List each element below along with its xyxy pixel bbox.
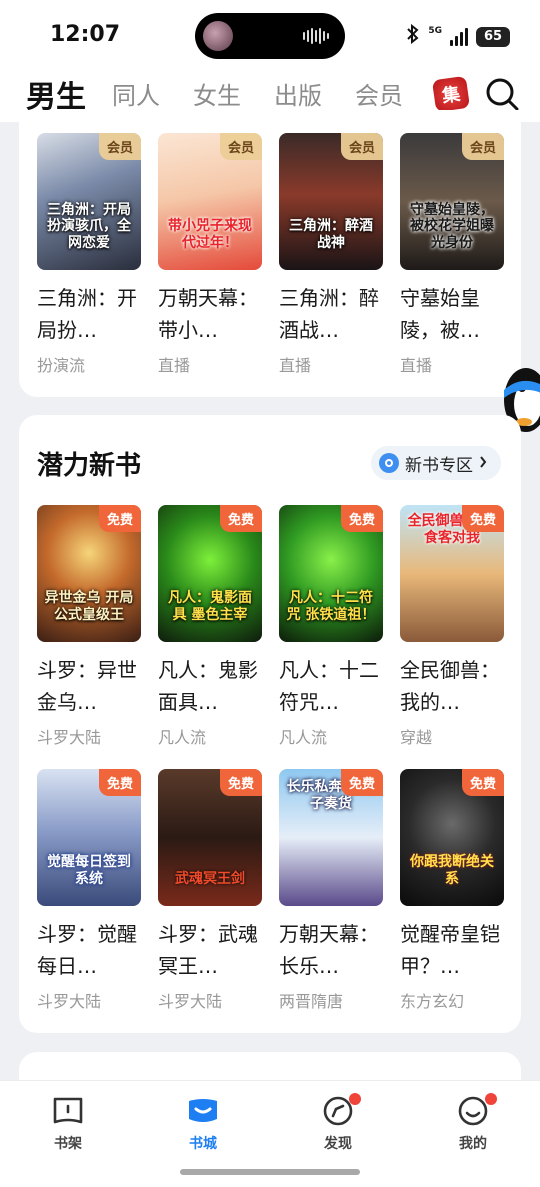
book-cover[interactable]: 长乐私奔 小兕子奏货 免费 — [279, 769, 383, 906]
nav-bookshelf[interactable]: 书架 — [28, 1095, 108, 1153]
status-time: 12:07 — [50, 22, 121, 47]
dynamic-island[interactable] — [195, 13, 345, 59]
tab-publish[interactable]: 出版 — [274, 76, 322, 111]
search-icon[interactable] — [484, 76, 520, 112]
book-cover[interactable]: 三角洲：醉酒战神 会员 — [279, 133, 383, 270]
book-cover[interactable]: 凡人：鬼影面具 墨色主宰 免费 — [158, 505, 262, 642]
tab-female[interactable]: 女生 — [193, 76, 241, 111]
book-card[interactable]: 守墓始皇陵，被校花学姐曝光身份 会员 守墓始皇陵，被… 直播 — [400, 133, 504, 376]
bluetooth-icon — [406, 23, 420, 49]
book-card[interactable]: 凡人：十二符咒 张铁道祖！ 免费 凡人：十二符咒… 凡人流 — [279, 505, 383, 748]
chevron-right-icon — [479, 453, 487, 473]
audio-wave-icon — [303, 28, 329, 44]
book-cover[interactable]: 你跟我断绝关系 免费 — [400, 769, 504, 906]
zone-link-label: 新书专区 — [405, 455, 473, 476]
book-category: 凡人流 — [279, 728, 328, 747]
book-title[interactable]: 三角洲：开局扮… — [37, 282, 141, 346]
network-type: 5G — [428, 25, 442, 36]
new-book-zone-button[interactable]: 新书专区 — [371, 446, 501, 480]
book-title[interactable]: 凡人：十二符咒… — [279, 654, 383, 718]
free-tag: 免费 — [340, 769, 383, 796]
potential-new-books-section: 潜力新书 新书专区 异世金乌 开局公式皇级王 免费 斗罗：异世金乌… 斗罗大陆 … — [19, 415, 521, 1033]
notification-dot — [349, 1093, 361, 1105]
free-tag: 免费 — [219, 505, 262, 532]
member-tag: 会员 — [219, 133, 262, 160]
member-tag: 会员 — [461, 133, 504, 160]
book-card[interactable]: 长乐私奔 小兕子奏货 免费 万朝天幕：长乐… 两晋隋唐 — [279, 769, 383, 1012]
book-card[interactable]: 觉醒每日签到系统 免费 斗罗：觉醒每日… 斗罗大陆 — [37, 769, 141, 1012]
book-card[interactable]: 三角洲：开局扮演骇爪，全网恋爱 会员 三角洲：开局扮… 扮演流 — [37, 133, 141, 376]
book-card[interactable]: 异世金乌 开局公式皇级王 免费 斗罗：异世金乌… 斗罗大陆 — [37, 505, 141, 748]
book-cover[interactable]: 觉醒每日签到系统 免费 — [37, 769, 141, 906]
nav-bookstore[interactable]: 书城 — [163, 1095, 243, 1153]
tab-member[interactable]: 会员 — [355, 76, 403, 111]
book-cover[interactable]: 带小兕子来现代过年！ 会员 — [158, 133, 262, 270]
book-category: 穿越 — [400, 728, 433, 747]
status-bar: 12:07 5G 65 — [0, 0, 540, 70]
book-card[interactable]: 武魂冥王剑 免费 斗罗：武魂冥王… 斗罗大陆 — [158, 769, 262, 1012]
book-category: 直播 — [400, 356, 433, 375]
free-tag: 免费 — [340, 505, 383, 532]
book-card[interactable]: 你跟我断绝关系 免费 觉醒帝皇铠甲？… 东方玄幻 — [400, 769, 504, 1012]
book-category: 直播 — [279, 356, 312, 375]
book-card[interactable]: 全民御兽 我的食客对我 免费 全民御兽：我的… 穿越 — [400, 505, 504, 748]
bookshelf-icon — [53, 1097, 83, 1124]
book-cover[interactable]: 异世金乌 开局公式皇级王 免费 — [37, 505, 141, 642]
book-category: 斗罗大陆 — [37, 728, 102, 747]
book-cover[interactable]: 凡人：十二符咒 张铁道祖！ 免费 — [279, 505, 383, 642]
book-cover[interactable]: 三角洲：开局扮演骇爪，全网恋爱 会员 — [37, 133, 141, 270]
section-title: 潜力新书 — [37, 451, 142, 481]
free-tag: 免费 — [98, 769, 141, 796]
book-title[interactable]: 凡人：鬼影面具… — [158, 654, 262, 718]
book-category: 斗罗大陆 — [158, 992, 223, 1011]
notification-dot — [485, 1093, 497, 1105]
book-cover[interactable]: 全民御兽 我的食客对我 免费 — [400, 505, 504, 642]
music-avatar-icon — [203, 21, 233, 51]
free-tag: 免费 — [98, 505, 141, 532]
book-cover[interactable]: 武魂冥王剑 免费 — [158, 769, 262, 906]
nav-profile[interactable]: 我的 — [433, 1093, 513, 1153]
signal-icon — [450, 27, 468, 46]
book-category: 凡人流 — [158, 728, 207, 747]
book-title[interactable]: 万朝天幕：长乐… — [279, 918, 383, 982]
book-zone-icon — [379, 453, 399, 473]
home-indicator[interactable] — [180, 1169, 360, 1175]
free-tag: 免费 — [219, 769, 262, 796]
book-card[interactable]: 三角洲：醉酒战神 会员 三角洲：醉酒战… 直播 — [279, 133, 383, 376]
tab-fanfic[interactable]: 同人 — [112, 76, 160, 111]
nav-discover[interactable]: 发现 — [298, 1093, 378, 1153]
book-title[interactable]: 三角洲：醉酒战… — [279, 282, 383, 346]
book-card[interactable]: 凡人：鬼影面具 墨色主宰 免费 凡人：鬼影面具… 凡人流 — [158, 505, 262, 748]
book-title[interactable]: 守墓始皇陵，被… — [400, 282, 504, 346]
book-category: 斗罗大陆 — [37, 992, 102, 1011]
member-tag: 会员 — [340, 133, 383, 160]
book-card[interactable]: 带小兕子来现代过年！ 会员 万朝天幕：带小… 直播 — [158, 133, 262, 376]
book-category: 扮演流 — [37, 356, 86, 375]
free-tag: 免费 — [461, 769, 504, 796]
book-title[interactable]: 斗罗：武魂冥王… — [158, 918, 262, 982]
book-category: 两晋隋唐 — [279, 992, 344, 1011]
book-title[interactable]: 全民御兽：我的… — [400, 654, 504, 718]
book-category: 东方玄幻 — [400, 992, 465, 1011]
collection-badge-icon[interactable]: 集 — [431, 75, 471, 113]
book-title[interactable]: 觉醒帝皇铠甲？… — [400, 918, 504, 982]
book-category: 直播 — [158, 356, 191, 375]
battery-indicator: 65 — [476, 26, 510, 47]
book-title[interactable]: 斗罗：异世金乌… — [37, 654, 141, 718]
book-title[interactable]: 万朝天幕：带小… — [158, 282, 262, 346]
system-icons: 5G 65 — [406, 23, 510, 49]
book-cover[interactable]: 守墓始皇陵，被校花学姐曝光身份 会员 — [400, 133, 504, 270]
bookstore-icon — [189, 1099, 217, 1122]
member-books-card: 三角洲：开局扮演骇爪，全网恋爱 会员 三角洲：开局扮… 扮演流 带小兕子来现代过… — [19, 110, 521, 397]
book-title[interactable]: 斗罗：觉醒每日… — [37, 918, 141, 982]
member-tag: 会员 — [98, 133, 141, 160]
free-tag: 免费 — [461, 505, 504, 532]
